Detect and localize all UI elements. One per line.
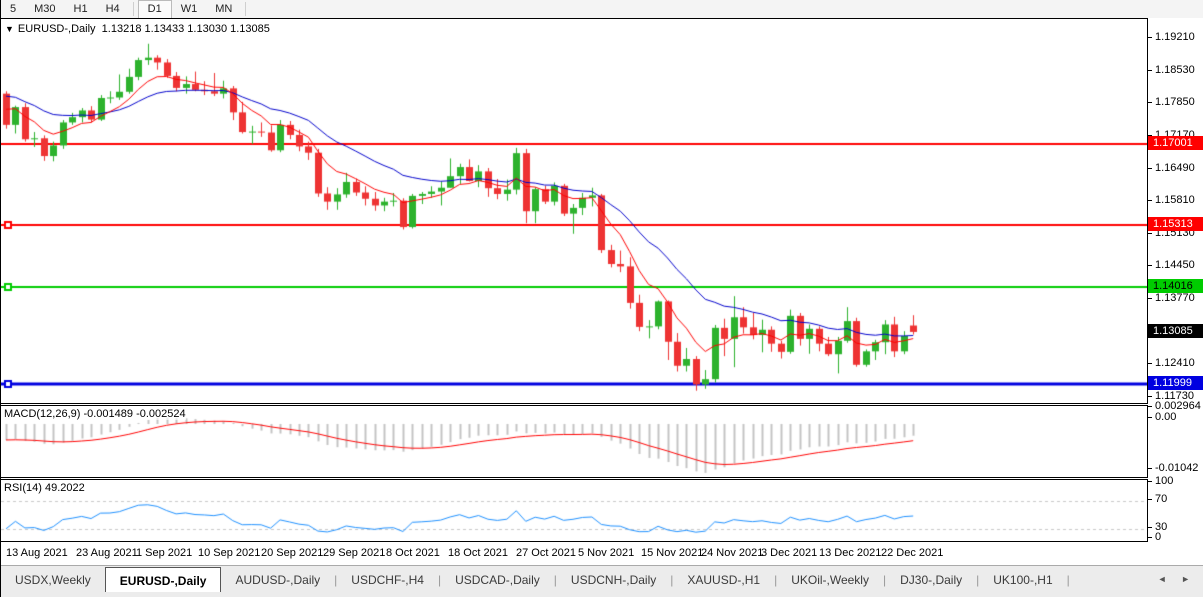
axis-tick	[1148, 406, 1152, 407]
date-tick-label: 13 Aug 2021	[6, 547, 68, 559]
chart-tab-uk100-h1[interactable]: UK100-,H1	[979, 568, 1066, 591]
axis-tick	[1148, 265, 1152, 267]
date-axis[interactable]: 13 Aug 2021 23 Aug 2021 1 Sep 2021 10 Sep 2…	[1, 542, 1148, 565]
chart-tab-usdcnh-daily[interactable]: USDCNH-,Daily	[557, 568, 670, 591]
macd-axis-label: 0.00	[1155, 411, 1177, 423]
axis-tick	[1148, 537, 1152, 538]
timeframe-toolbar: 5 M30 H1 H4 D1 W1 MN	[1, 0, 1203, 19]
price-chart-canvas[interactable]	[1, 19, 1147, 403]
axis-tick	[1148, 481, 1152, 482]
rsi-axis-label: 100	[1155, 475, 1174, 487]
chart-title: ▼ EURUSD-,Daily 1.13218 1.13433 1.13030 1…	[5, 23, 270, 35]
chart-ohlc-values: 1.13218 1.13433 1.13030 1.13085	[101, 23, 270, 35]
level-price-label: 1.15313	[1148, 216, 1203, 231]
date-tick-label: 1 Sep 2021	[136, 547, 193, 559]
price-chart-panel[interactable]: ▼ EURUSD-,Daily 1.13218 1.13433 1.13030 1…	[1, 18, 1148, 404]
date-tick-label: 20 Sep 2021	[261, 547, 324, 559]
date-tick-label: 10 Sep 2021	[198, 547, 261, 559]
date-tick-label: 27 Oct 2021	[516, 547, 576, 559]
price-tick-label: 1.15810	[1155, 194, 1195, 207]
axis-tick	[1148, 417, 1152, 418]
price-tick-label: 1.19210	[1155, 31, 1195, 43]
axis-tick	[1148, 69, 1152, 71]
timeframe-button-M30[interactable]: M30	[25, 1, 64, 18]
axis-tick	[1148, 298, 1152, 300]
current-price-label: 1.13085	[1148, 323, 1203, 338]
mt4-window: 5 M30 H1 H4 D1 W1 MN ▼ EURUSD-,Daily 1.13218 1.…	[0, 0, 1203, 597]
axis-tick	[1148, 468, 1152, 469]
axis-tick	[1148, 232, 1152, 234]
price-tick-label: 1.17850	[1155, 96, 1195, 109]
tab-separator: |	[1066, 573, 1070, 587]
level-price-label: 1.17001	[1148, 136, 1203, 150]
chart-tab-bar: USDX,Weekly EURUSD-,Daily AUDUSD-,Daily | US…	[1, 565, 1203, 597]
axis-tick	[1148, 167, 1152, 169]
price-axis[interactable]: 1.19210 1.18530 1.17850 1.17170 1.16490 1.158…	[1148, 18, 1203, 543]
chart-tab-dj30-daily[interactable]: DJ30-,Daily	[886, 568, 976, 591]
price-tick-label: 1.13770	[1155, 292, 1195, 305]
date-tick-label: 23 Aug 2021	[76, 547, 138, 559]
chart-tab-usdcad-daily[interactable]: USDCAD-,Daily	[441, 568, 554, 591]
axis-tick	[1148, 363, 1152, 365]
axis-tick	[1148, 37, 1152, 38]
date-tick-label: 22 Dec 2021	[881, 547, 944, 559]
rsi-axis-label: 0	[1155, 531, 1162, 543]
timeframe-button-W1[interactable]: W1	[172, 1, 207, 18]
rsi-axis-label: 70	[1155, 493, 1168, 505]
timeframe-button-H1[interactable]: H1	[65, 1, 97, 18]
chart-symbol: EURUSD-,Daily	[17, 23, 96, 35]
level-price-label: 1.11999	[1148, 376, 1203, 391]
price-tick-label: 1.18530	[1155, 63, 1195, 76]
chart-tab-usdx-weekly[interactable]: USDX,Weekly	[1, 568, 105, 591]
chart-tab-ukoil-weekly[interactable]: UKOil-,Weekly	[777, 568, 883, 591]
date-tick-label: 3 Dec 2021	[761, 547, 818, 559]
timeframe-button-D1[interactable]: D1	[137, 0, 172, 19]
axis-tick	[1148, 527, 1152, 528]
date-tick-label: 13 Dec 2021	[819, 547, 882, 559]
rsi-canvas[interactable]	[1, 480, 1147, 541]
timeframe-button-H4[interactable]: H4	[97, 1, 129, 18]
price-tick-label: 1.12410	[1155, 357, 1195, 370]
macd-axis-label: -0.01042	[1155, 462, 1199, 474]
price-tick-label: 1.16490	[1155, 161, 1195, 174]
price-tick-label: 1.14450	[1155, 259, 1195, 272]
timeframe-button-5[interactable]: 5	[1, 1, 25, 18]
chart-tab-eurusd-daily[interactable]: EURUSD-,Daily	[104, 567, 222, 592]
axis-tick	[1148, 499, 1152, 500]
chart-tab-usdchf-h4[interactable]: USDCHF-,H4	[337, 568, 438, 591]
level-price-label: 1.14016	[1148, 279, 1203, 294]
date-tick-label: 5 Nov 2021	[578, 547, 635, 559]
date-tick-label: 29 Sep 2021	[323, 547, 386, 559]
toolbar-separator	[132, 2, 134, 16]
chart-tab-audusd-daily[interactable]: AUDUSD-,Daily	[221, 568, 334, 591]
axis-tick	[1148, 102, 1152, 104]
macd-label: MACD(12,26,9) -0.001489 -0.002524	[4, 408, 186, 420]
chart-tab-xauusd-h1[interactable]: XAUUSD-,H1	[673, 568, 774, 591]
date-tick-label: 8 Oct 2021	[386, 547, 440, 559]
tab-scroll-arrows[interactable]: ◄ ►	[1158, 574, 1196, 584]
axis-tick	[1148, 395, 1152, 397]
toolbar-separator	[245, 2, 247, 16]
symbol-dropdown-icon[interactable]: ▼	[5, 24, 14, 34]
date-tick-label: 15 Nov 2021	[641, 547, 704, 559]
axis-tick	[1148, 200, 1152, 202]
rsi-panel[interactable]: RSI(14) 49.2022	[1, 479, 1148, 542]
date-tick-label: 18 Oct 2021	[448, 547, 508, 559]
macd-panel[interactable]: MACD(12,26,9) -0.001489 -0.002524	[1, 405, 1148, 478]
rsi-label: RSI(14) 49.2022	[4, 482, 85, 494]
timeframe-button-MN[interactable]: MN	[206, 1, 241, 18]
date-tick-label: 24 Nov 2021	[701, 547, 764, 559]
